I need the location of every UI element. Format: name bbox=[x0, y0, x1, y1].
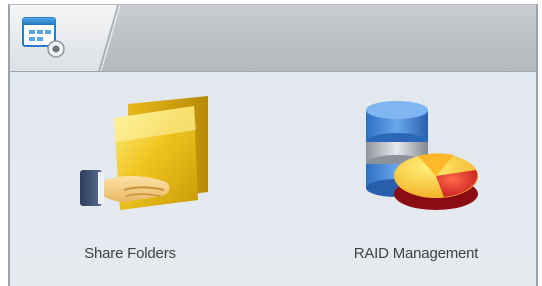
raid-management-label: RAID Management bbox=[353, 245, 479, 262]
window-title-bar bbox=[10, 5, 536, 72]
app-launcher-area: Share Folders RAID Management bbox=[10, 72, 536, 286]
raid-management-icon bbox=[366, 101, 478, 210]
app-window: Share Folders RAID Management bbox=[8, 4, 538, 286]
tab-divider bbox=[98, 5, 120, 71]
control-panel-icon bbox=[22, 17, 65, 58]
app-tile-raid-management[interactable]: RAID Management bbox=[326, 90, 506, 265]
app-tile-share-folders[interactable]: Share Folders bbox=[40, 90, 220, 265]
share-folders-label: Share Folders bbox=[84, 245, 176, 262]
share-folders-icon bbox=[80, 96, 208, 210]
